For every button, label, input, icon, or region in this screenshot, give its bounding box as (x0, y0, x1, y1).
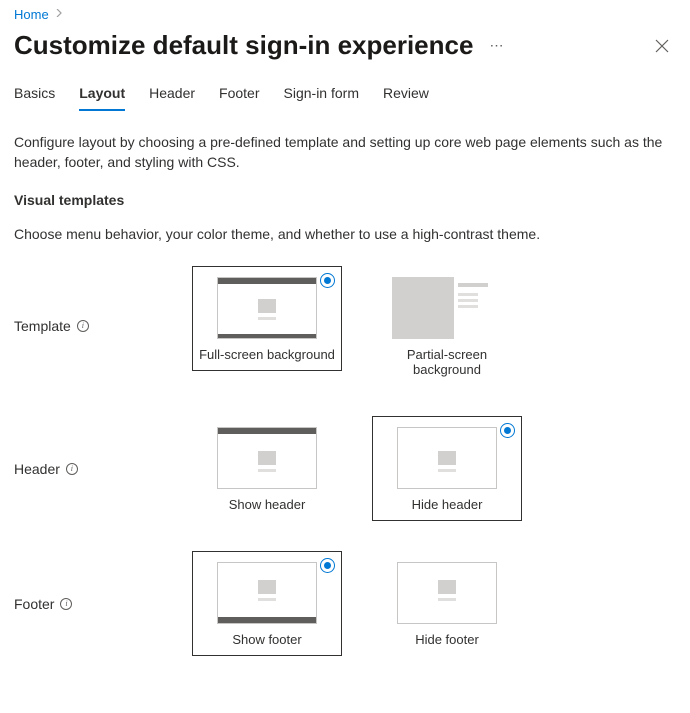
template-option-label: Full-screen background (199, 347, 335, 362)
template-option-label: Partial-screen background (373, 347, 521, 377)
tab-basics[interactable]: Basics (14, 79, 55, 111)
breadcrumb: Home (14, 0, 676, 28)
breadcrumb-home-link[interactable]: Home (14, 7, 49, 22)
template-row: Template i Full-screen background (14, 266, 676, 386)
thumb-full-screen-icon (217, 277, 317, 339)
radio-selected-icon (320, 273, 335, 288)
tab-review[interactable]: Review (383, 79, 429, 111)
thumb-show-footer-icon (217, 562, 317, 624)
template-label: Template (14, 318, 71, 334)
template-option-partial-screen[interactable]: Partial-screen background (372, 266, 522, 386)
header-option-label: Show header (229, 497, 306, 512)
thumb-show-header-icon (217, 427, 317, 489)
header-option-show[interactable]: Show header (192, 416, 342, 521)
footer-option-label: Show footer (232, 632, 301, 647)
visual-templates-description: Choose menu behavior, your color theme, … (14, 226, 676, 242)
thumb-hide-footer-icon (397, 562, 497, 624)
chevron-right-icon (55, 9, 63, 20)
footer-row: Footer i Show footer Hide footer (14, 551, 676, 656)
layout-description: Configure layout by choosing a pre-defin… (14, 133, 676, 172)
header-option-label: Hide header (412, 497, 483, 512)
info-icon[interactable]: i (77, 320, 89, 332)
footer-option-label: Hide footer (415, 632, 479, 647)
tab-layout[interactable]: Layout (79, 79, 125, 111)
footer-option-hide[interactable]: Hide footer (372, 551, 522, 656)
info-icon[interactable]: i (66, 463, 78, 475)
header-row: Header i Show header Hide header (14, 416, 676, 521)
tab-footer[interactable]: Footer (219, 79, 259, 111)
tabs: Basics Layout Header Footer Sign-in form… (14, 79, 676, 111)
more-actions-button[interactable]: ⋯ (485, 33, 508, 58)
thumb-hide-header-icon (397, 427, 497, 489)
page-header: Customize default sign-in experience ⋯ (14, 30, 676, 61)
radio-selected-icon (500, 423, 515, 438)
header-option-hide[interactable]: Hide header (372, 416, 522, 521)
radio-selected-icon (320, 558, 335, 573)
close-button[interactable] (648, 32, 676, 60)
footer-label: Footer (14, 596, 54, 612)
footer-option-show[interactable]: Show footer (192, 551, 342, 656)
tab-header[interactable]: Header (149, 79, 195, 111)
page-title: Customize default sign-in experience (14, 30, 473, 61)
visual-templates-heading: Visual templates (14, 192, 676, 208)
template-option-full-screen[interactable]: Full-screen background (192, 266, 342, 386)
info-icon[interactable]: i (60, 598, 72, 610)
header-label: Header (14, 461, 60, 477)
tab-signin-form[interactable]: Sign-in form (284, 79, 359, 111)
thumb-partial-screen-icon (392, 277, 502, 339)
